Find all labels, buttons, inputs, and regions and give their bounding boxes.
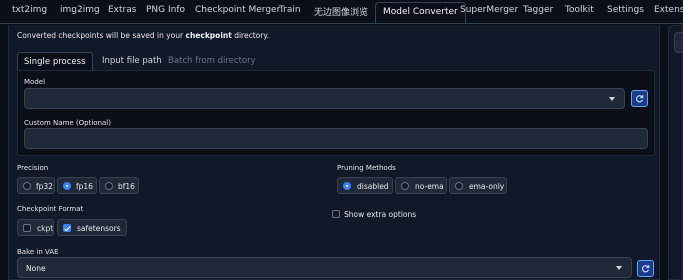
model-refresh-button[interactable] [631, 90, 648, 107]
custom-name-input[interactable] [24, 128, 648, 149]
pruning-radio-group: disabled no-ema ema-only [337, 177, 507, 195]
subtab-input-file-path[interactable]: Input file path [96, 52, 168, 71]
format-checkbox-ckpt [23, 224, 31, 232]
checkpoint-format-group: ckpt safetensors [17, 219, 129, 237]
pruning-radio-disabled [343, 182, 351, 190]
precision-label-fp16: fp16 [76, 182, 93, 191]
tab-extensions[interactable]: Extensio [654, 5, 683, 15]
precision-radio-fp16 [63, 182, 71, 190]
tab-tagger[interactable]: Tagger [523, 5, 553, 15]
pruning-option-ema-only[interactable]: ema-only [449, 177, 507, 194]
tab-checkpoint-merger[interactable]: Checkpoint Merger [195, 5, 280, 15]
main-tab-bar: txt2img img2img Extras PNG Info Checkpoi… [0, 0, 683, 24]
format-checkbox-safetensors [63, 224, 71, 232]
precision-label-fp32: fp32 [36, 182, 53, 191]
precision-label-bf16: bf16 [118, 182, 135, 191]
subtab-single-process[interactable]: Single process [17, 52, 93, 71]
precision-radio-fp32 [23, 182, 31, 190]
format-option-ckpt[interactable]: ckpt [17, 219, 54, 236]
pruning-radio-ema-only [455, 182, 463, 190]
precision-option-bf16[interactable]: bf16 [99, 177, 139, 194]
tab-png-info[interactable]: PNG Info [146, 5, 185, 15]
pruning-option-no-ema[interactable]: no-ema [395, 177, 447, 194]
precision-option-fp16[interactable]: fp16 [57, 177, 97, 194]
chevron-down-icon [609, 97, 615, 101]
right-side-panel [668, 25, 683, 280]
pruning-option-disabled[interactable]: disabled [337, 177, 393, 194]
precision-radio-bf16 [105, 182, 113, 190]
vae-refresh-button[interactable] [637, 260, 654, 277]
refresh-icon [635, 95, 644, 103]
show-extra-options-label: Show extra options [344, 210, 417, 219]
info-text-bold: checkpoint [185, 31, 232, 40]
bake-vae-dropdown[interactable]: None [17, 257, 632, 278]
format-label-ckpt: ckpt [37, 224, 54, 233]
tab-settings[interactable]: Settings [607, 5, 644, 15]
chevron-down-icon [616, 266, 622, 270]
format-option-safetensors[interactable]: safetensors [57, 219, 127, 236]
pruning-radio-no-ema [401, 182, 409, 190]
refresh-icon [641, 265, 650, 273]
custom-name-label: Custom Name (Optional) [24, 119, 111, 127]
precision-option-fp32[interactable]: fp32 [17, 177, 55, 194]
pruning-label-ema-only: ema-only [469, 182, 505, 191]
tab-txt2img[interactable]: txt2img [12, 5, 47, 15]
right-side-field[interactable] [674, 32, 683, 53]
tab-train[interactable]: Train [279, 5, 301, 15]
model-dropdown[interactable] [24, 88, 625, 109]
pruning-label-no-ema: no-ema [415, 182, 444, 191]
subtab-batch-from-directory[interactable]: Batch from directory [162, 52, 262, 71]
single-process-group: Model Custom Name (Optional) [17, 70, 655, 156]
pruning-label-disabled: disabled [357, 182, 389, 191]
tab-extras[interactable]: Extras [108, 5, 136, 15]
bake-vae-value: None [26, 264, 46, 273]
show-extra-options-checkbox[interactable] [332, 210, 340, 218]
info-text-prefix: Converted checkpoints will be saved in y… [17, 31, 186, 40]
tab-img2img[interactable]: img2img [60, 5, 100, 15]
bake-vae-label: Bake in VAE [17, 248, 59, 256]
pruning-label: Pruning Methods [337, 164, 396, 172]
model-label: Model [24, 78, 46, 86]
tab-image-browser[interactable]: 无边图像浏览 [314, 5, 368, 18]
info-text-suffix: directory. [231, 31, 270, 40]
checkpoint-format-label: Checkpoint Format [17, 205, 84, 213]
tab-toolkit[interactable]: Toolkit [565, 5, 594, 15]
precision-label: Precision [17, 164, 49, 172]
precision-radio-group: fp32 fp16 bf16 [17, 177, 147, 195]
subtab-bar: Single process Input file path Batch fro… [17, 52, 655, 71]
show-extra-options-toggle[interactable]: Show extra options [330, 209, 450, 227]
tab-supermerger[interactable]: SuperMerger [460, 5, 518, 15]
info-text: Converted checkpoints will be saved in y… [17, 31, 269, 40]
model-converter-panel: Converted checkpoints will be saved in y… [8, 25, 660, 280]
format-label-safetensors: safetensors [77, 224, 121, 233]
tab-model-converter[interactable]: Model Converter [375, 2, 466, 23]
